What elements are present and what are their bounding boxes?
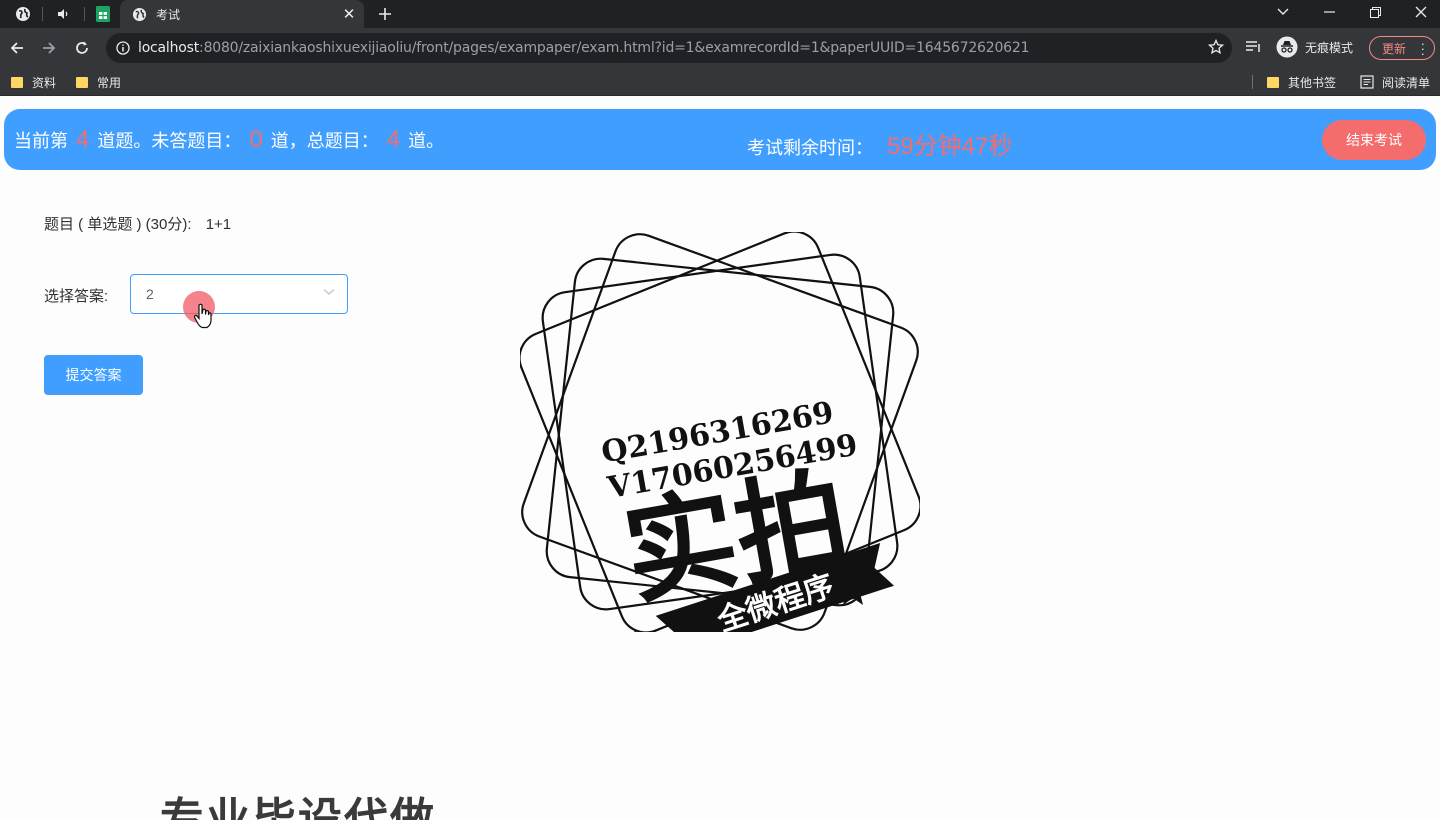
arrow-left-icon	[10, 42, 23, 54]
new-tab-button[interactable]	[372, 2, 398, 26]
bookmarks-bar: 资料 常用 其他书签 阅读清单	[0, 68, 1440, 96]
speaker-icon	[58, 9, 68, 19]
reading-list-icon[interactable]	[1244, 38, 1262, 56]
submit-answer-button[interactable]: 提交答案	[44, 355, 143, 395]
close-window-button[interactable]	[1398, 0, 1440, 24]
question-progress: 当前第 4 道题。未答题目： 0 道，总题目： 4 道。	[14, 126, 445, 153]
question-label: 题目 ( 单选题 ) (30分):	[44, 216, 192, 233]
bookmark-folder-changyong[interactable]: 常用	[76, 73, 121, 91]
tab-exam[interactable]: 考试 ✕	[120, 0, 364, 28]
star-icon[interactable]	[1208, 39, 1224, 55]
reading-list[interactable]: 阅读清单	[1360, 73, 1430, 91]
pinned-tab-audio[interactable]	[46, 0, 80, 28]
current-question-number: 4	[76, 126, 90, 153]
tab-separator	[42, 7, 43, 21]
folder-icon	[76, 76, 88, 88]
end-exam-button[interactable]: 结束考试	[1322, 120, 1426, 160]
pinned-tab-globe[interactable]	[8, 0, 38, 28]
question-title: 题目 ( 单选题 ) (30分): 1+1	[44, 213, 231, 234]
reload-icon	[76, 41, 88, 54]
arrow-right-icon	[43, 42, 56, 54]
exam-page: 当前第 4 道题。未答题目： 0 道，总题目： 4 道。 考试剩余时间： 59分…	[0, 97, 1440, 820]
spreadsheet-icon	[96, 6, 110, 22]
close-icon	[1415, 6, 1427, 18]
total-question-count: 4	[386, 126, 401, 153]
forward-button[interactable]	[35, 34, 63, 62]
pinned-tab-sheets[interactable]	[88, 0, 118, 28]
restore-icon	[1369, 6, 1381, 18]
tab-separator	[84, 7, 85, 21]
restore-button[interactable]	[1352, 0, 1398, 24]
minimize-icon	[1323, 11, 1335, 13]
more-menu-icon[interactable]: · · ·	[1421, 37, 1425, 60]
answer-select[interactable]: 2	[130, 274, 348, 314]
url-text: localhost:8080/zaixiankaoshixuexijiaoliu…	[138, 40, 1030, 56]
tab-search-button[interactable]	[1260, 0, 1306, 24]
incognito-indicator[interactable]: 无痕模式	[1276, 36, 1353, 58]
bookmark-separator	[1252, 75, 1253, 89]
remaining-time-label: 考试剩余时间：	[747, 138, 873, 158]
globe-icon	[132, 7, 147, 21]
question-content: 1+1	[205, 216, 232, 233]
exam-status-bar: 当前第 4 道题。未答题目： 0 道，总题目： 4 道。 考试剩余时间： 59分…	[4, 109, 1436, 170]
address-bar[interactable]: localhost:8080/zaixiankaoshixuexijiaoliu…	[106, 33, 1232, 63]
remaining-time-value: 59分钟47秒	[887, 133, 1013, 160]
browser-tab-strip: 考试 ✕	[0, 0, 1440, 28]
incognito-icon	[1276, 36, 1298, 58]
chevron-down-icon	[323, 289, 335, 295]
remaining-time: 考试剩余时间： 59分钟47秒	[747, 126, 1012, 161]
update-button[interactable]: 更新 · · ·	[1369, 36, 1435, 60]
folder-icon	[1267, 76, 1279, 88]
back-button[interactable]	[3, 34, 31, 62]
globe-icon	[16, 7, 30, 21]
reload-button[interactable]	[68, 34, 96, 62]
selected-answer: 2	[146, 286, 154, 302]
answer-label: 选择答案:	[44, 288, 109, 305]
watermark-stamp: Q2196316269 V17060256499 实拍 全微程序	[520, 232, 920, 632]
minimize-button[interactable]	[1306, 0, 1352, 24]
browser-toolbar: localhost:8080/zaixiankaoshixuexijiaoliu…	[0, 28, 1440, 68]
incognito-label: 无痕模式	[1305, 40, 1354, 55]
other-bookmarks[interactable]: 其他书签	[1267, 73, 1336, 91]
tab-title: 考试	[156, 7, 181, 22]
update-label: 更新	[1382, 41, 1407, 56]
bottom-watermark: 专业毕设代做	[160, 794, 436, 820]
reading-list-icon	[1360, 75, 1374, 89]
hand-cursor-icon	[193, 303, 212, 329]
folder-icon	[11, 76, 23, 88]
bookmark-folder-ziliao[interactable]: 资料	[11, 73, 56, 91]
chevron-down-icon	[1277, 8, 1289, 15]
info-icon[interactable]	[116, 41, 130, 55]
unanswered-count: 0	[249, 126, 263, 153]
plus-icon	[379, 8, 391, 20]
close-tab-icon[interactable]: ✕	[338, 5, 360, 23]
